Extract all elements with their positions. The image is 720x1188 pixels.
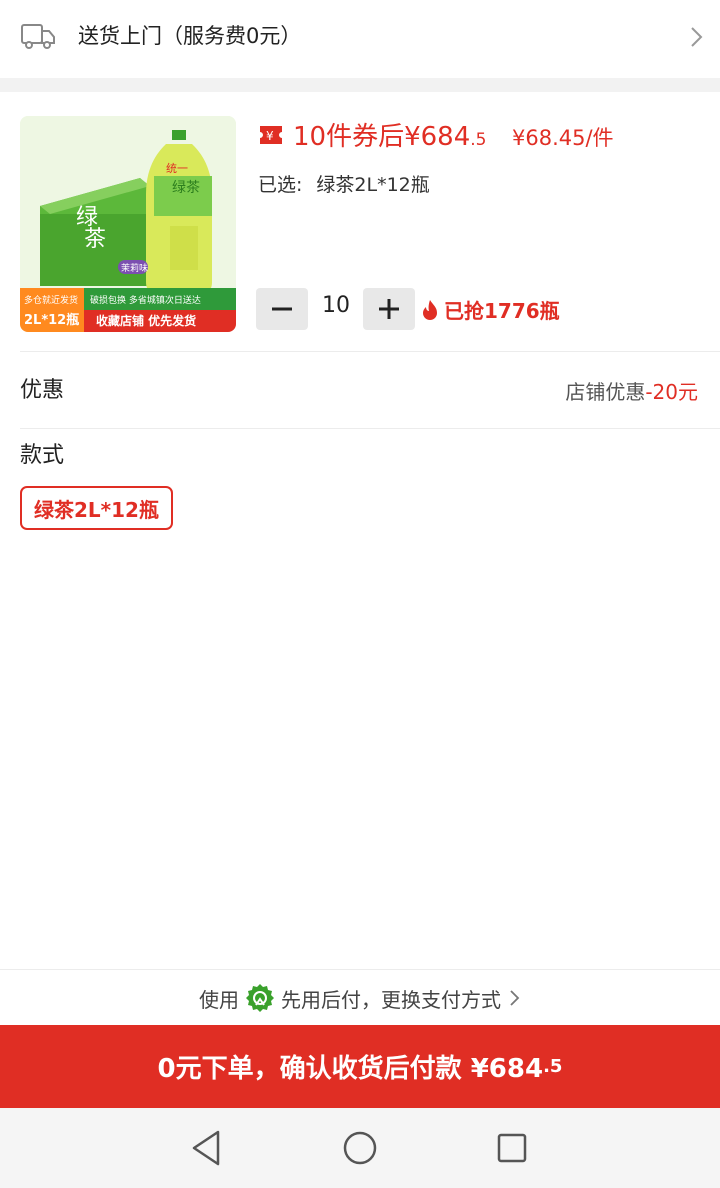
- recent-apps-icon[interactable]: [496, 1132, 528, 1164]
- banner-right-top: 破损包换 多省城镇次日送达: [90, 294, 201, 306]
- selected-value: 绿茶2L*12瓶: [316, 174, 430, 196]
- payment-method-text: 先用后付，更换支付方式: [281, 987, 501, 1012]
- style-label: 款式: [20, 443, 65, 468]
- product-illustration: 绿 茶 统一 绿茶 茉莉味 多仓就近发货 2L*12瓶 破损包换 多省城镇次日送…: [20, 116, 236, 332]
- coupon-price-text: 10件券后¥684: [293, 122, 471, 152]
- box-name-2: 茶: [84, 227, 106, 252]
- bottle-name: 绿茶: [172, 180, 200, 196]
- style-option-chip[interactable]: 绿茶2L*12瓶: [20, 486, 173, 530]
- promo-value-label: 店铺优惠: [565, 380, 646, 404]
- coupon-icon: ¥: [260, 126, 282, 144]
- banner-left-top: 多仓就近发货: [24, 294, 78, 306]
- banner-right-bottom: 收藏店铺 优先发货: [96, 313, 196, 328]
- chevron-right-icon: [691, 27, 703, 47]
- sold-count: 已抢1776瓶: [420, 295, 560, 324]
- promo-amount: -20元: [645, 380, 698, 404]
- selected-spec: 已选: 绿茶2L*12瓶: [258, 170, 430, 197]
- sold-text: 已抢1776瓶: [444, 299, 560, 323]
- pay-later-badge-icon: [246, 984, 274, 1012]
- flavor-badge: 茉莉味: [121, 262, 148, 274]
- place-order-decimal: .5: [543, 1056, 563, 1077]
- promo-label: 优惠: [20, 378, 65, 403]
- divider: [20, 428, 720, 429]
- banner-left-bottom: 2L*12瓶: [24, 312, 79, 328]
- svg-text:¥: ¥: [266, 129, 274, 143]
- divider: [20, 351, 720, 352]
- section-divider: [0, 78, 720, 92]
- selected-label: 已选:: [258, 174, 303, 196]
- delivery-row[interactable]: 送货上门（服务费0元）: [0, 0, 720, 78]
- minus-icon: [272, 307, 292, 311]
- home-icon[interactable]: [342, 1130, 378, 1166]
- coupon-price-decimal: .5: [470, 130, 487, 150]
- product-image[interactable]: 绿 茶 统一 绿茶 茉莉味 多仓就近发货 2L*12瓶 破损包换 多省城镇次日送…: [20, 116, 236, 332]
- back-icon[interactable]: [188, 1128, 224, 1168]
- quantity-decrease-button[interactable]: [256, 288, 308, 330]
- coupon-price: 10件券后¥684.5: [293, 116, 487, 153]
- place-order-button[interactable]: 0元下单，确认收货后付款 ¥684.5: [0, 1025, 720, 1108]
- unit-price: ¥68.45/件: [512, 126, 614, 150]
- plus-icon: [379, 299, 399, 319]
- payment-prefix: 使用: [199, 987, 239, 1012]
- truck-icon: [21, 24, 55, 49]
- delivery-label: 送货上门（服务费0元）: [78, 24, 302, 48]
- quantity-increase-button[interactable]: [363, 288, 415, 330]
- place-order-label: 0元下单，确认收货后付款 ¥684: [157, 1054, 544, 1084]
- bottle-brand: 统一: [166, 162, 188, 175]
- quantity-value[interactable]: 10: [312, 293, 360, 318]
- promo-value[interactable]: 店铺优惠-20元: [565, 376, 698, 405]
- flame-icon: [423, 299, 437, 320]
- payment-method-row[interactable]: 使用 先用后付，更换支付方式: [0, 969, 720, 1026]
- chevron-right-icon: [510, 990, 520, 1006]
